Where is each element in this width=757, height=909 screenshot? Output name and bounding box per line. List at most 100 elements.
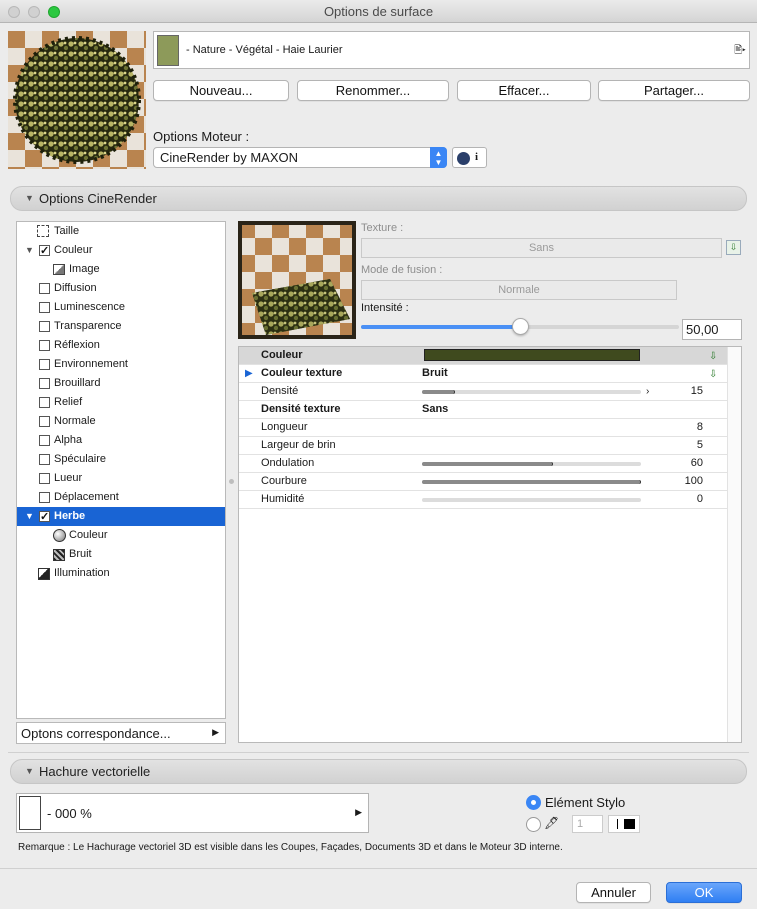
close-window-button[interactable] (8, 6, 20, 18)
new-button[interactable]: Nouveau... (153, 80, 289, 101)
delete-button[interactable]: Effacer... (457, 80, 591, 101)
mapping-options-menu[interactable]: Optons correspondance... ▶ (16, 722, 226, 744)
channel-tree[interactable]: Taille ▼ Couleur Image Diffusion Lumines… (16, 221, 226, 719)
pen-element-radio[interactable] (526, 795, 541, 810)
tree-item-reflection[interactable]: Réflexion (17, 336, 225, 355)
fog-checkbox[interactable] (39, 378, 50, 389)
transparency-checkbox[interactable] (39, 321, 50, 332)
table-row-length[interactable]: Longueur 8 (239, 419, 727, 437)
load-texture-icon[interactable]: ⇩ (726, 240, 741, 255)
bend-slider[interactable] (422, 480, 641, 484)
info-icon: i (475, 151, 479, 163)
zoom-window-button[interactable] (48, 6, 60, 18)
engine-info-button[interactable]: i (452, 147, 487, 168)
cinerender-section-header[interactable]: ▼ Options CineRender (10, 186, 747, 211)
disclosure-down-icon: ▼ (25, 193, 34, 203)
hatch-pattern-selector[interactable]: - 000 % ▶ (16, 793, 369, 833)
displacement-checkbox[interactable] (39, 492, 50, 503)
table-row-color-texture[interactable]: ▶ Couleur texture Bruit ⇩ (239, 365, 727, 383)
grass-color-swatch[interactable] (424, 349, 640, 361)
table-row-bend[interactable]: Courbure 100 (239, 473, 727, 491)
table-row-density[interactable]: Densité › 15 (239, 383, 727, 401)
tree-item-image[interactable]: Image (17, 260, 225, 279)
alpha-checkbox[interactable] (39, 435, 50, 446)
tree-item-label: Lueur (54, 472, 83, 484)
density-value[interactable]: 15 (691, 383, 703, 400)
intensity-slider-track[interactable] (361, 318, 679, 335)
specular-checkbox[interactable] (39, 454, 50, 465)
tree-item-label: Diffusion (54, 282, 97, 294)
luminescence-checkbox[interactable] (39, 302, 50, 313)
tree-item-specular[interactable]: Spéculaire (17, 450, 225, 469)
table-row-blade-width[interactable]: Largeur de brin 5 (239, 437, 727, 455)
humidity-label: Humidité (261, 493, 305, 505)
material-menu-icon[interactable]: 🖹▸ (734, 43, 746, 60)
blend-mode-label: Mode de fusion : (361, 264, 443, 276)
tree-item-grass-color[interactable]: Couleur (17, 526, 225, 545)
tree-item-transparency[interactable]: Transparence (17, 317, 225, 336)
table-row-wave[interactable]: Ondulation 60 (239, 455, 727, 473)
tree-item-size[interactable]: Taille (17, 222, 225, 241)
load-color-texture-icon[interactable]: ⇩ (709, 366, 717, 383)
wave-slider[interactable] (422, 462, 641, 466)
bend-label: Courbure (261, 475, 307, 487)
blade-width-value[interactable]: 5 (697, 437, 703, 454)
minimize-window-button[interactable] (28, 6, 40, 18)
vector-hatch-section-header[interactable]: ▼ Hachure vectorielle (10, 759, 747, 784)
intensity-input[interactable]: 50,00 (682, 319, 742, 340)
table-row-color[interactable]: Couleur ⇩ (239, 347, 727, 365)
tree-item-diffusion[interactable]: Diffusion (17, 279, 225, 298)
chevron-right-icon[interactable]: › (646, 383, 649, 400)
intensity-slider-knob[interactable] (512, 318, 529, 335)
load-color-icon[interactable]: ⇩ (709, 348, 717, 365)
channel-preview (238, 221, 356, 339)
custom-pen-radio[interactable] (526, 817, 541, 832)
humidity-value[interactable]: 0 (697, 491, 703, 508)
grass-checkbox[interactable] (39, 508, 50, 527)
engine-select[interactable]: CineRender by MAXON ▲ ▼ (153, 147, 447, 168)
diffusion-checkbox[interactable] (39, 283, 50, 294)
cancel-button[interactable]: Annuler (576, 882, 651, 903)
humidity-slider[interactable] (422, 498, 641, 502)
wave-value[interactable]: 60 (691, 455, 703, 472)
disclosure-down-icon[interactable]: ▼ (25, 507, 34, 526)
tree-item-label: Relief (54, 396, 83, 408)
pen-element-label: Elément Stylo (545, 795, 626, 810)
normal-checkbox[interactable] (39, 416, 50, 427)
tree-item-normal[interactable]: Normale (17, 412, 225, 431)
glow-checkbox[interactable] (39, 473, 50, 484)
tree-item-alpha[interactable]: Alpha (17, 431, 225, 450)
table-row-density-texture[interactable]: Densité texture Sans (239, 401, 727, 419)
tree-item-illumination[interactable]: Illumination (17, 564, 225, 583)
length-value[interactable]: 8 (697, 419, 703, 436)
splitter-handle[interactable] (229, 479, 234, 484)
rename-button[interactable]: Renommer... (297, 80, 449, 101)
pen-number-field: 1 (572, 815, 603, 833)
tree-item-color[interactable]: ▼ Couleur (17, 241, 225, 261)
material-name-box[interactable]: - Nature - Végétal - Haie Laurier 🖹▸ (153, 31, 750, 69)
table-row-humidity[interactable]: Humidité 0 (239, 491, 727, 509)
tree-item-relief[interactable]: Relief (17, 393, 225, 412)
environment-checkbox[interactable] (39, 359, 50, 370)
pen-weight-mark (617, 819, 618, 829)
reflection-checkbox[interactable] (39, 340, 50, 351)
pen-color-picker (608, 815, 640, 833)
tree-item-environment[interactable]: Environnement (17, 355, 225, 374)
tree-item-luminescence[interactable]: Luminescence (17, 298, 225, 317)
length-label: Longueur (261, 421, 308, 433)
disclosure-down-icon[interactable]: ▼ (25, 241, 34, 260)
tree-item-glow[interactable]: Lueur (17, 469, 225, 488)
ok-button[interactable]: OK (666, 882, 742, 903)
disclosure-right-icon[interactable]: ▶ (245, 365, 253, 382)
color-checkbox[interactable] (39, 242, 50, 261)
share-button[interactable]: Partager... (598, 80, 750, 101)
tree-item-grass[interactable]: ▼ Herbe (17, 507, 225, 527)
relief-checkbox[interactable] (39, 397, 50, 408)
density-slider[interactable] (422, 390, 641, 394)
tree-item-displacement[interactable]: Déplacement (17, 488, 225, 507)
tree-item-noise[interactable]: Bruit (17, 545, 225, 564)
tree-item-fog[interactable]: Brouillard (17, 374, 225, 393)
table-scrollbar[interactable] (727, 347, 741, 742)
tree-item-label: Spéculaire (54, 453, 106, 465)
bend-value[interactable]: 100 (685, 473, 703, 490)
